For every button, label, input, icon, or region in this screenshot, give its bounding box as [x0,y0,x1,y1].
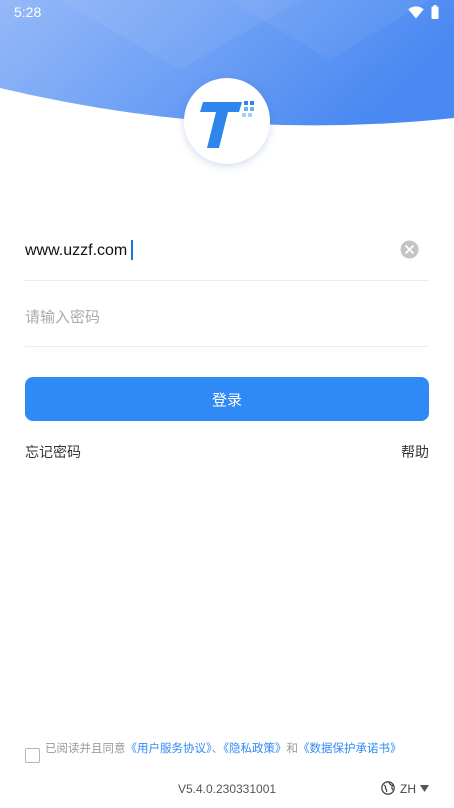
privacy-policy-link[interactable]: 《隐私政策》 [223,741,286,755]
battery-icon [431,5,439,19]
agreement-text: 已阅读并且同意《用户服务协议》、《隐私政策》和《数据保护承诺书》 [45,740,425,756]
dropdown-arrow-icon [420,785,429,792]
agreement-checkbox[interactable] [25,748,40,763]
status-time: 5:28 [14,4,42,20]
login-button[interactable]: 登录 [25,377,429,421]
app-logo [184,78,270,164]
user-agreement-link[interactable]: 《用户服务协议》 [126,741,212,755]
help-link[interactable]: 帮助 [401,442,429,462]
agreement-conjunction: 和 [286,741,299,755]
app-logo-icon [200,101,254,148]
status-bar: 5:28 [0,0,454,28]
clear-icon[interactable] [400,240,419,259]
login-screen: 5:28 登录 忘记密码 帮助 [0,0,454,808]
password-field-row [25,292,429,347]
agreement-prefix: 已阅读并且同意 [45,741,126,755]
text-cursor [131,240,133,260]
globe-icon [381,781,395,795]
data-protection-link[interactable]: 《数据保护承诺书》 [298,741,402,755]
language-label: ZH [400,782,416,796]
username-input[interactable] [25,238,385,264]
password-input[interactable] [25,304,405,330]
username-field-row [25,226,429,281]
forgot-password-link[interactable]: 忘记密码 [25,442,81,462]
wifi-icon [408,6,424,19]
agreement-separator: 、 [211,741,224,755]
